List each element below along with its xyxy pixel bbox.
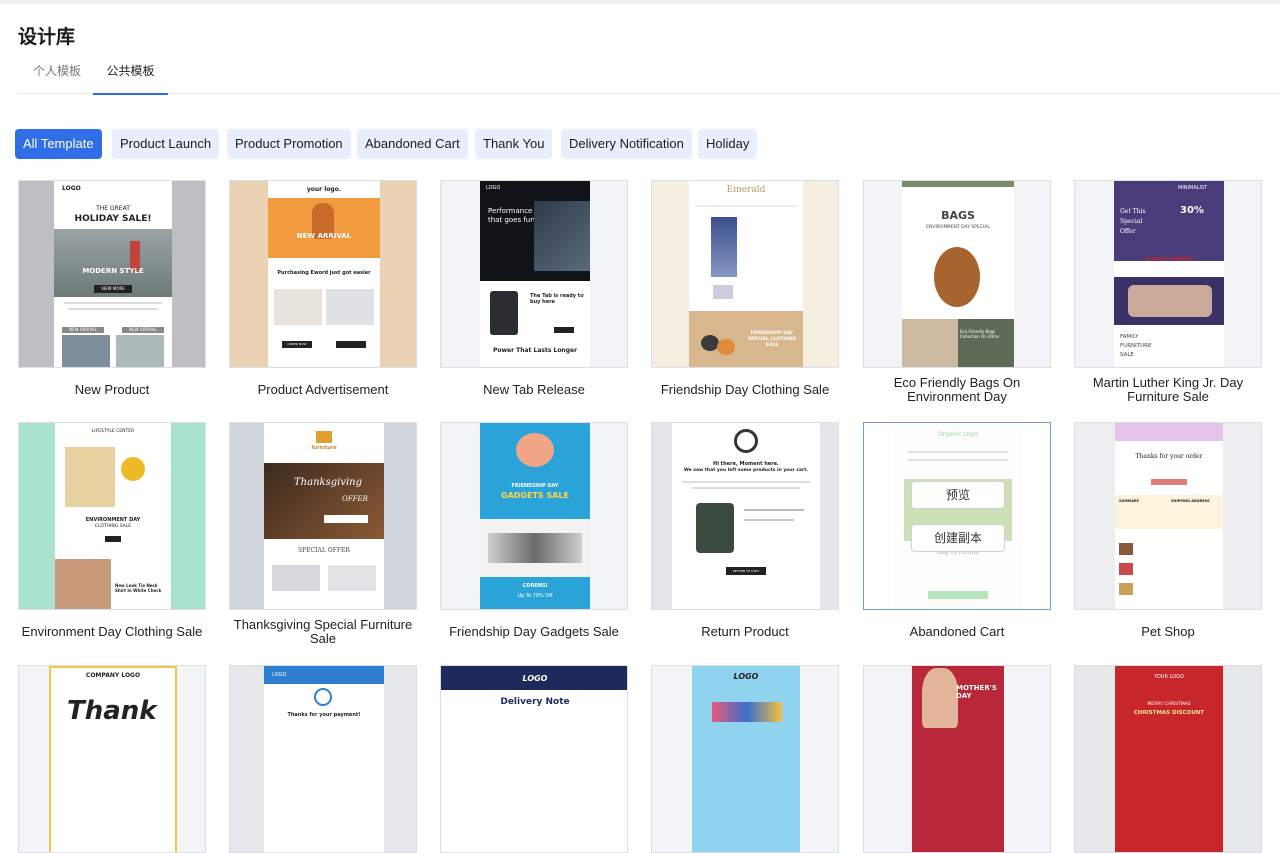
thumb-sub: We saw that you left some products in yo… (683, 468, 809, 473)
template-thumbnail[interactable]: LOGO Thanks for your payment! (229, 665, 417, 853)
thumb-footer: FAMILY FURNITURE SALE (1120, 334, 1152, 358)
thumb-logo: LOGO (272, 672, 287, 678)
thumb-headline: Thanks for your payment! (287, 712, 361, 718)
thumb-sub: CHRISTMAS DISCOUNT (1133, 710, 1205, 716)
create-copy-button[interactable]: 创建副本 (911, 524, 1005, 552)
thumb-headline: HOLIDAY SALE! (74, 214, 152, 224)
template-name: Friendship Day Gadgets Sale (449, 624, 619, 639)
thumb-headline: MERRY CHRISTMAS (1147, 702, 1191, 707)
top-border (0, 0, 1280, 4)
thumb-footer: Up To 70% Off (517, 593, 553, 599)
filter-thank-you[interactable]: Thank You (475, 129, 553, 159)
template-name: Eco Friendly Bags On Environment Day (893, 375, 1021, 404)
thumb-sub: The Tab is ready to buy here (530, 293, 584, 305)
thumb-offer: Get This Special Offer (1120, 208, 1146, 235)
page-title: 设计库 (18, 26, 76, 48)
thumb-brand: CORENSI (522, 583, 548, 589)
template-name: Environment Day Clothing Sale (21, 624, 203, 639)
thumb-tag: NEW ARRIVAL (122, 327, 164, 333)
template-thumbnail[interactable]: Emerald FRIENDSHIP DAY SPECIAL CLOTHING … (651, 180, 839, 368)
thumb-section: SPECIAL OFFER (298, 547, 350, 554)
template-name: Martin Luther King Jr. Day Furniture Sal… (1092, 375, 1244, 404)
thumb-headline: Thank (67, 696, 157, 726)
template-thumbnail[interactable]: YOUR LOGO MERRY CHRISTMAS CHRISTMAS DISC… (1074, 665, 1262, 853)
thumb-sub: OFFER (342, 495, 368, 503)
template-thumbnail[interactable]: MOTHER'S DAY (863, 665, 1051, 853)
thumb-promo: Eco Friendly Bags Collection On 20ms (960, 329, 1000, 339)
template-name: Thanksgiving Special Furniture Sale (233, 617, 413, 646)
thumb-promo: New Look Tie Neck Shirt In White Check (115, 583, 162, 593)
thumb-logo: YOUR LOGO (1154, 674, 1184, 680)
template-thumbnail[interactable]: LOGO THE GREAT HOLIDAY SALE! MODERN STYL… (18, 180, 206, 368)
thumb-logo: LOGO (486, 185, 501, 191)
filter-holiday[interactable]: Holiday (698, 129, 758, 159)
thumb-percent: 30% (1180, 205, 1204, 216)
thumb-headline: NEW ARRIVAL (296, 232, 352, 240)
template-thumbnail[interactable]: MINIMALIST Get This Special Offer 30% AL… (1074, 180, 1262, 368)
thumb-logo: Organic Logo (938, 431, 978, 438)
template-thumbnail[interactable]: Thanks for your order SUMMARY SHIPPING A… (1074, 422, 1262, 610)
thumb-cta: VIEW MORE (94, 285, 132, 293)
tab-public-templates[interactable]: 公共模板 (93, 62, 168, 95)
thumb-sub: GADGETS SALE (501, 491, 569, 500)
template-thumbnail[interactable]: COMPANY LOGO Thank (18, 665, 206, 853)
template-name: Friendship Day Clothing Sale (660, 382, 830, 397)
thumb-logo: LOGO (62, 185, 81, 192)
thumb-headline: Hi there, Moment here. (713, 461, 779, 467)
thumb-kicker: THE GREAT (96, 205, 130, 212)
template-thumbnail[interactable]: FRIENDSHIP DAY GADGETS SALE CORENSI Up T… (440, 422, 628, 610)
thumb-headline: BAGS (941, 209, 975, 222)
template-name: New Tab Release (483, 382, 585, 397)
thumb-headline: Delivery Note (500, 697, 570, 707)
thumb-headline: Thanks for your order (1135, 453, 1203, 460)
template-thumbnail[interactable]: furniture Thanksgiving OFFER SPECIAL OFF… (229, 422, 417, 610)
thumb-headline: MOTHER'S DAY (956, 684, 997, 700)
thumb-footer: Power That Lasts Longer (492, 347, 578, 354)
filter-product-launch[interactable]: Product Launch (112, 129, 220, 159)
thumb-overlay: MODERN STYLE (82, 267, 144, 275)
thumb-cta: RETURN TO CART (726, 567, 766, 575)
template-name: Product Advertisement (257, 382, 389, 397)
filter-product-promotion[interactable]: Product Promotion (227, 129, 351, 159)
filter-abandoned-cart[interactable]: Abandoned Cart (357, 129, 468, 159)
thumb-logo: Emerald (726, 185, 766, 195)
thumb-logo: your logo. (306, 186, 342, 193)
thumb-logo: LIFESTYLE CENTER (91, 429, 135, 434)
template-thumbnail[interactable]: LOGO (651, 665, 839, 853)
thumb-headline: Thanksgiving (294, 477, 362, 488)
thumb-banner: ALWAYS REMBER (1145, 257, 1193, 263)
template-thumbnail[interactable]: Organic Logo Bag of Lemon 预览 创建副本 (863, 422, 1051, 610)
thumb-logo: LOGO (733, 672, 759, 681)
preview-button[interactable]: 预览 (911, 481, 1005, 509)
thumb-logo: LOGO (522, 674, 548, 683)
filter-delivery-notification[interactable]: Delivery Notification (561, 129, 692, 159)
filter-all-template[interactable]: All Template (15, 129, 102, 159)
template-name: Pet Shop (1141, 624, 1195, 639)
template-name: Abandoned Cart (909, 624, 1005, 639)
template-tabs: 个人模板 公共模板 (18, 56, 1280, 95)
thumb-logo: MINIMALIST (1178, 185, 1208, 191)
thumb-col: SUMMARY (1119, 499, 1140, 503)
template-thumbnail[interactable]: LIFESTYLE CENTER ENVIRONMENT DAY CLOTHIN… (18, 422, 206, 610)
template-thumbnail[interactable]: BAGS ENVIRONMENT DAY SPECIAL Eco Friendl… (863, 180, 1051, 368)
thumb-col: SHIPPING ADDRESS (1171, 499, 1210, 503)
tab-personal-templates[interactable]: 个人模板 (33, 62, 81, 93)
thumb-promo: FRIENDSHIP DAY SPECIAL CLOTHING SALE (747, 331, 797, 348)
thumb-headline: ENVIRONMENT DAY (85, 517, 141, 523)
thumb-sub: CLOTHING SALE (94, 524, 132, 529)
thumb-cta: ORDER NOW (282, 341, 312, 348)
template-name: Return Product (701, 624, 789, 639)
thumb-logo: furniture (311, 445, 337, 451)
template-thumbnail[interactable]: LOGO Performance that goes further The T… (440, 180, 628, 368)
thumb-headline: FRIENDSHIP DAY (511, 483, 559, 489)
thumb-sub: Purchasing Eword just got easier (277, 270, 371, 276)
template-thumbnail[interactable]: your logo. NEW ARRIVAL Purchasing Eword … (229, 180, 417, 368)
thumb-logo: COMPANY LOGO (85, 672, 141, 679)
template-name: New Product (74, 382, 150, 397)
thumb-sub: ENVIRONMENT DAY SPECIAL (926, 225, 990, 230)
thumb-tag: NEW ARRIVAL (62, 327, 104, 333)
template-thumbnail[interactable]: LOGO Delivery Note (440, 665, 628, 853)
template-thumbnail[interactable]: Hi there, Moment here. We saw that you l… (651, 422, 839, 610)
